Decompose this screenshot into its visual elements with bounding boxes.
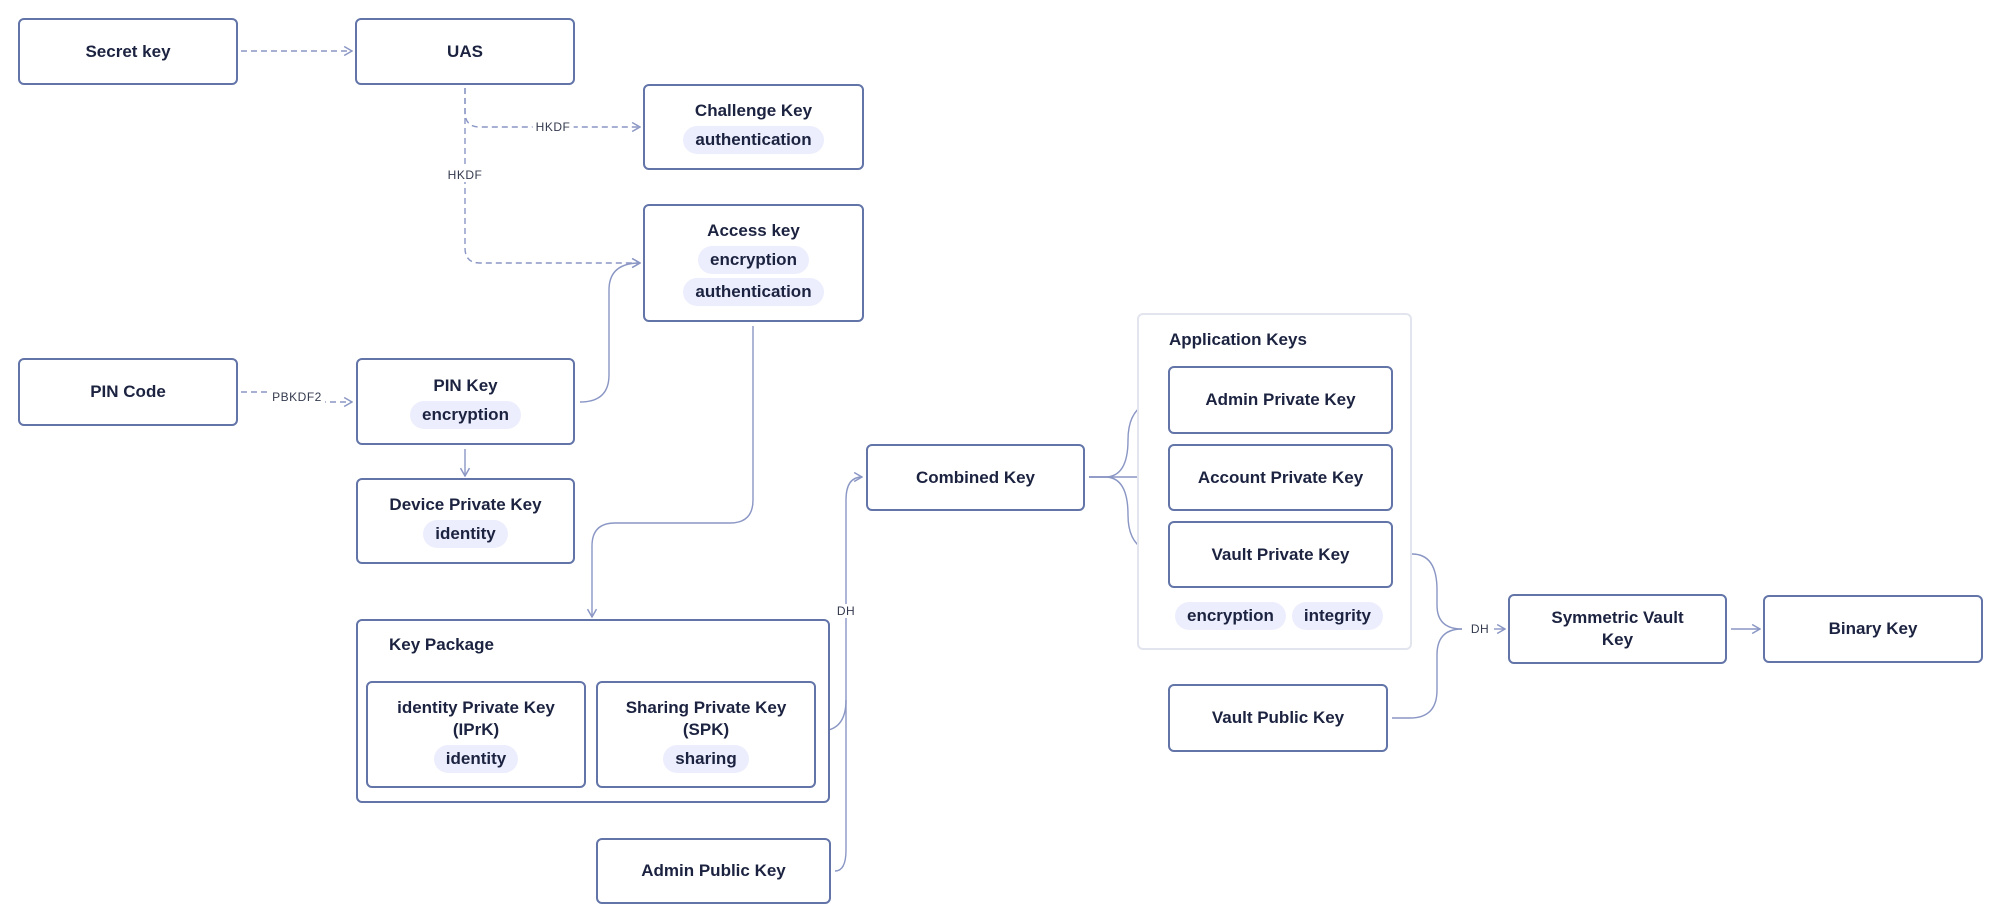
node-combined-key[interactable]: Combined Key bbox=[866, 444, 1085, 511]
edge-label-dh-combined: DH bbox=[833, 604, 859, 618]
node-title: Vault Private Key bbox=[1211, 544, 1350, 564]
node-title: Vault Public Key bbox=[1211, 708, 1345, 727]
edge-label-hkdf-access: HKDF bbox=[444, 168, 486, 182]
node-title: Access key bbox=[707, 221, 800, 240]
node-symmetric-vault-key[interactable]: Symmetric Vault Key bbox=[1508, 594, 1727, 664]
edge-label-pbkdf2: PBKDF2 bbox=[269, 390, 325, 404]
tag-encryption: encryption bbox=[410, 400, 521, 429]
node-secret-key[interactable]: Secret key bbox=[18, 18, 238, 85]
edge-access-to-keypackage bbox=[592, 326, 754, 617]
node-title: Challenge Key bbox=[694, 101, 813, 120]
edge-uas-to-access bbox=[464, 88, 640, 263]
edge-pinkey-to-access bbox=[579, 263, 640, 403]
node-admin-private-key[interactable]: Admin Private Key bbox=[1168, 366, 1393, 434]
tag-encryption: encryption bbox=[1175, 602, 1286, 630]
tag-integrity: integrity bbox=[1291, 602, 1383, 630]
node-identity-private-key[interactable]: identity Private Key (IPrK) identity bbox=[366, 681, 586, 788]
node-title: Binary Key bbox=[1828, 619, 1918, 638]
edge-label-hkdf-challenge: HKDF bbox=[532, 120, 574, 134]
group-title: Key Package bbox=[389, 635, 494, 654]
node-title: Device Private Key bbox=[389, 495, 542, 514]
node-admin-public-key[interactable]: Admin Public Key bbox=[596, 838, 831, 904]
tag-authentication: authentication bbox=[683, 126, 824, 154]
node-title: Symmetric Vault Key bbox=[1551, 608, 1684, 649]
node-title: UAS bbox=[447, 41, 483, 61]
node-title: Combined Key bbox=[915, 467, 1036, 487]
node-challenge-key[interactable]: Challenge Key authentication bbox=[643, 84, 864, 170]
node-title: Admin Private Key bbox=[1205, 390, 1356, 409]
node-device-private-key[interactable]: Device Private Key identity bbox=[356, 478, 575, 564]
node-sharing-private-key[interactable]: Sharing Private Key (SPK) sharing bbox=[596, 681, 816, 788]
tag-encryption: encryption bbox=[698, 246, 809, 274]
node-vault-private-key[interactable]: Vault Private Key bbox=[1168, 521, 1393, 588]
node-access-key[interactable]: Access key encryption authentication bbox=[643, 204, 864, 322]
node-account-private-key[interactable]: Account Private Key bbox=[1168, 444, 1393, 511]
node-title: PIN Key bbox=[433, 375, 498, 395]
node-pin-code[interactable]: PIN Code bbox=[18, 358, 238, 426]
node-title: PIN Code bbox=[90, 382, 166, 401]
node-title: Account Private Key bbox=[1197, 467, 1364, 487]
tag-authentication: authentication bbox=[683, 278, 824, 306]
node-binary-key[interactable]: Binary Key bbox=[1763, 595, 1983, 663]
node-pin-key[interactable]: PIN Key encryption bbox=[356, 358, 575, 445]
node-title: identity Private Key (IPrK) bbox=[397, 697, 555, 739]
node-title: Secret key bbox=[85, 41, 171, 61]
node-title: Sharing Private Key (SPK) bbox=[625, 697, 787, 739]
tag-identity: identity bbox=[433, 744, 519, 773]
node-vault-public-key[interactable]: Vault Public Key bbox=[1168, 684, 1388, 752]
tag-identity: identity bbox=[423, 520, 508, 548]
tag-sharing: sharing bbox=[663, 744, 749, 773]
group-title: Application Keys bbox=[1169, 330, 1307, 349]
node-uas[interactable]: UAS bbox=[355, 18, 575, 85]
node-title: Admin Public Key bbox=[641, 861, 786, 880]
application-keys-tags: encryption integrity bbox=[1175, 598, 1383, 630]
edge-label-dh-symmetric: DH bbox=[1467, 622, 1493, 636]
